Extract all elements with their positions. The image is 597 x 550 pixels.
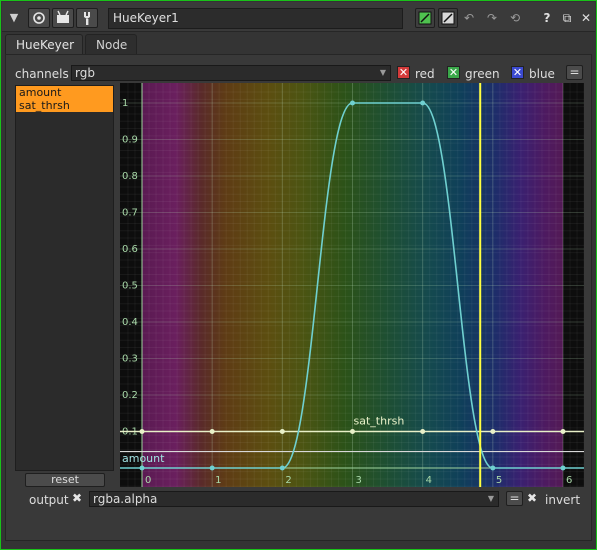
curve-chart: 0.10.20.30.40.50.60.70.80.910 1 2 3 4 5 6sat_t… (120, 83, 584, 487)
node-color-icon[interactable] (415, 8, 435, 28)
point-amount (560, 465, 566, 471)
dropdown-arrow-icon: ▼ (487, 494, 494, 503)
hue-keyer-panel: ▼ HueKeyer1 ↶ ↷ ⟲ ? ⧉ ✕ HueKeyer Node ch… (0, 0, 597, 550)
channels-dropdown[interactable]: rgb ▼ (71, 65, 391, 81)
series-label-amount: amount (122, 452, 165, 465)
output-value: rgba.alpha (93, 492, 158, 506)
x-tick-label: 0 (145, 475, 151, 486)
viewer-glyph (57, 10, 69, 23)
float-icon[interactable]: ⧉ (558, 8, 576, 28)
node-color-glyph (418, 11, 432, 25)
node-swatch-icon[interactable] (438, 8, 458, 28)
blue-label: blue (529, 67, 555, 81)
revert-icon[interactable]: ⟲ (506, 8, 524, 28)
curve-editor-graph[interactable]: 0.1 0.2 0.3 0.4 0.5 0.6 0.7 0.8 0.9 1 0 1 2 3 4 5 6 sat_t… (120, 83, 584, 487)
dropdown-arrow-icon: ▼ (379, 68, 386, 77)
y-tick-label: 0.5 (122, 281, 138, 292)
y-tick-label: 0.2 (122, 390, 138, 401)
tab-huekeyer[interactable]: HueKeyer (5, 34, 83, 55)
y-tick-label: 0.6 (122, 244, 138, 255)
x-tick-label: 4 (426, 475, 432, 486)
wrench-icon[interactable] (76, 8, 98, 28)
x-tick-label: 3 (356, 475, 362, 486)
channels-label: channels (15, 67, 69, 81)
collapse-triangle-icon[interactable]: ▼ (5, 8, 23, 28)
curve-item-sat-thrsh[interactable]: sat_thrsh (16, 99, 113, 112)
y-tick-label: 0.3 (122, 354, 138, 365)
point-amount (209, 465, 215, 471)
x-tick-label: 2 (285, 475, 291, 486)
node-name-field[interactable]: HueKeyer1 (108, 8, 403, 29)
invert-toggle-icon[interactable]: ✖ (527, 491, 537, 505)
y-tick-label: 0.9 (122, 135, 138, 146)
blue-checkbox[interactable]: ✕ (511, 66, 524, 79)
tab-node[interactable]: Node (85, 34, 137, 54)
point-sat-thrsh (490, 429, 496, 434)
y-tick-label: 0.8 (122, 171, 138, 182)
undo-icon[interactable]: ↶ (460, 8, 478, 28)
channels-value: rgb (75, 66, 95, 80)
green-label: green (465, 67, 500, 81)
point-sat-thrsh (420, 429, 426, 434)
point-amount (490, 465, 496, 471)
curve-list[interactable]: amount sat_thrsh (15, 85, 114, 471)
point-sat-thrsh (279, 429, 285, 434)
point-amount (139, 465, 145, 471)
x-tick-label: 5 (496, 475, 502, 486)
output-link-button[interactable]: = (506, 491, 523, 506)
output-label: output (29, 493, 69, 507)
red-checkbox[interactable]: ✕ (397, 66, 410, 79)
help-icon[interactable]: ? (538, 8, 556, 28)
point-amount (420, 100, 426, 106)
settings-circle-icon[interactable] (28, 8, 50, 28)
title-bar: ▼ HueKeyer1 ↶ ↷ ⟲ ? ⧉ ✕ (2, 2, 595, 32)
invert-label: invert (545, 493, 581, 507)
x-tick-label: 1 (215, 475, 221, 486)
output-dropdown[interactable]: rgba.alpha ▼ (89, 491, 499, 507)
y-tick-label: 0.7 (122, 208, 138, 219)
node-swatch-glyph (441, 11, 455, 25)
green-checkbox[interactable]: ✕ (447, 66, 460, 79)
curve-item-amount[interactable]: amount (16, 86, 113, 99)
settings-circle-glyph (33, 12, 45, 24)
redo-icon[interactable]: ↷ (483, 8, 501, 28)
point-amount (350, 100, 355, 106)
reset-button[interactable]: reset (25, 473, 105, 487)
y-tick-label: 1 (122, 98, 128, 109)
red-label: red (415, 67, 435, 81)
point-sat-thrsh (350, 429, 355, 434)
close-icon[interactable]: ✕ (577, 8, 595, 28)
viewer-icon[interactable] (52, 8, 74, 28)
x-tick-label: 6 (566, 475, 572, 486)
series-label-sat-thrsh: sat_thrsh (354, 415, 405, 428)
wrench-glyph (84, 12, 90, 25)
point-sat-thrsh (139, 429, 145, 434)
channels-link-button[interactable]: = (566, 65, 583, 80)
output-disable-icon[interactable]: ✖ (72, 491, 82, 505)
point-sat-thrsh (209, 429, 215, 434)
point-amount (279, 465, 285, 471)
point-sat-thrsh (560, 429, 566, 434)
y-tick-label: 0.4 (122, 317, 138, 328)
